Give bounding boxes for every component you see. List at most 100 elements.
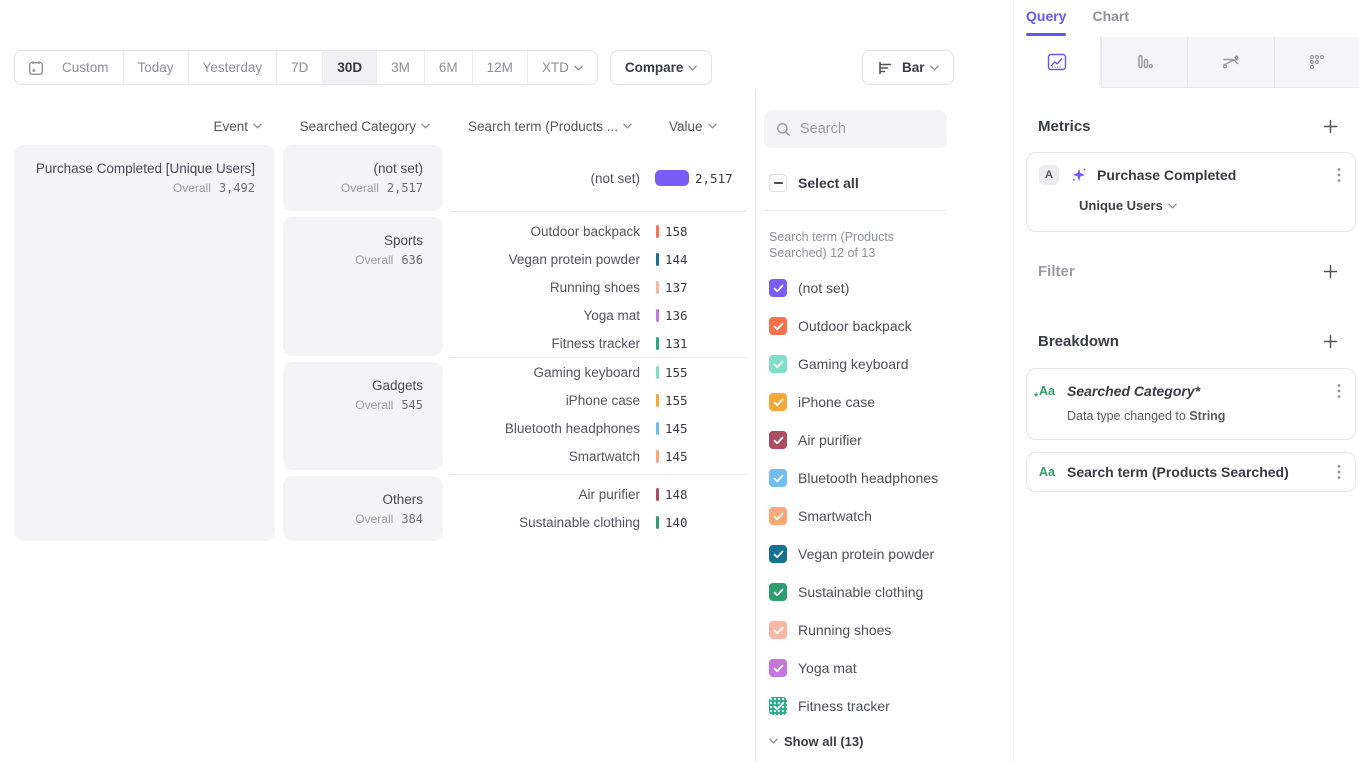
- tab-funnels[interactable]: [1101, 37, 1188, 88]
- segment-item-gaming-keyboard[interactable]: Gaming keyboard: [769, 345, 999, 383]
- tab-chart[interactable]: Chart: [1092, 8, 1129, 24]
- overall-label: Overall: [173, 181, 211, 195]
- insights-icon: [1047, 53, 1067, 71]
- tab-insights[interactable]: [1014, 37, 1101, 88]
- measure-dropdown[interactable]: Unique Users: [1079, 198, 1343, 213]
- segment-item-fitness-tracker[interactable]: Fitness tracker: [769, 687, 999, 725]
- add-filter-button[interactable]: [1319, 260, 1341, 282]
- table-row[interactable]: Smartwatch145: [450, 442, 746, 470]
- segment-search[interactable]: [764, 110, 947, 148]
- app-root: CustomTodayYesterday7D30D3M6M12MXTD Comp…: [0, 0, 1359, 762]
- add-breakdown-button[interactable]: [1319, 330, 1341, 352]
- date-range-yesterday[interactable]: Yesterday: [188, 51, 277, 84]
- segment-checkbox[interactable]: [769, 545, 787, 563]
- date-range-xtd[interactable]: XTD: [527, 51, 597, 84]
- term-rows-group: Gaming keyboard 155 iPhone case155Bluetoot…: [450, 358, 746, 470]
- table-row[interactable]: Air purifier148: [450, 480, 746, 508]
- date-range-3m[interactable]: 3M: [376, 51, 424, 84]
- metric-card[interactable]: A Purchase Completed Unique Users: [1026, 152, 1356, 232]
- segment-checkbox[interactable]: [769, 279, 787, 297]
- column-header-searched-category[interactable]: Searched Category: [283, 117, 430, 135]
- segment-checkbox[interactable]: [769, 621, 787, 639]
- table-row[interactable]: Yoga mat136: [450, 301, 746, 329]
- tab-query[interactable]: Query: [1026, 8, 1066, 24]
- table-row[interactable]: Fitness tracker131: [450, 329, 746, 357]
- segment-checkbox[interactable]: [769, 697, 787, 715]
- add-metric-button[interactable]: [1319, 115, 1341, 137]
- table-row[interactable]: (not set)2,517: [450, 145, 746, 211]
- metric-menu-button[interactable]: [1335, 165, 1343, 185]
- segment-item-vegan-protein-powder[interactable]: Vegan protein powder: [769, 535, 999, 573]
- search-input[interactable]: [800, 121, 930, 137]
- chevron-down-icon: [623, 123, 632, 129]
- chevron-down-icon: [769, 738, 778, 744]
- column-header-search-term[interactable]: Search term (Products ...: [450, 117, 632, 135]
- date-range-12m[interactable]: 12M: [472, 51, 527, 84]
- date-range-custom[interactable]: Custom: [48, 51, 123, 84]
- calendar-icon[interactable]: [15, 51, 48, 84]
- segment-checkbox[interactable]: [769, 583, 787, 601]
- breakdown-menu-button[interactable]: [1335, 462, 1343, 482]
- category-name: Sports: [303, 232, 423, 250]
- select-all-checkbox[interactable]: [769, 174, 787, 192]
- segment-checkbox[interactable]: [769, 431, 787, 449]
- date-range-7d[interactable]: 7D: [276, 51, 322, 84]
- check-icon: [773, 398, 784, 407]
- segment-item-bluetooth-headphones[interactable]: Bluetooth headphones: [769, 459, 999, 497]
- column-header-value[interactable]: Value: [669, 117, 739, 135]
- segment-item-running-shoes[interactable]: Running shoes: [769, 611, 999, 649]
- category-card-gadgets[interactable]: GadgetsOverall545: [283, 362, 443, 470]
- category-card-sports[interactable]: SportsOverall636: [283, 217, 443, 356]
- segment-checkbox[interactable]: [769, 469, 787, 487]
- value-text: 155: [665, 365, 688, 380]
- segment-checkbox[interactable]: [769, 317, 787, 335]
- compare-button[interactable]: Compare: [610, 50, 713, 85]
- event-card[interactable]: Purchase Completed [Unique Users] Overal…: [14, 145, 275, 541]
- check-icon: [773, 436, 784, 445]
- segment-item-iphone-case[interactable]: iPhone case: [769, 383, 999, 421]
- date-range-6m[interactable]: 6M: [424, 51, 472, 84]
- value-text: 148: [665, 487, 688, 502]
- category-card-others[interactable]: OthersOverall384: [283, 476, 443, 541]
- column-header-event[interactable]: Event: [14, 117, 262, 135]
- segment-checkbox[interactable]: [769, 659, 787, 677]
- segment-item-outdoor-backpack[interactable]: Outdoor backpack: [769, 307, 999, 345]
- chart-type-dropdown[interactable]: Bar: [862, 50, 954, 85]
- date-range-today[interactable]: Today: [123, 51, 188, 84]
- category-card--not-set-[interactable]: (not set)Overall2,517: [283, 145, 443, 211]
- table-row[interactable]: Running shoes137: [450, 273, 746, 301]
- search-term-label: iPhone case: [450, 393, 640, 408]
- value-text: 137: [665, 280, 688, 295]
- tab-flows[interactable]: [1187, 37, 1274, 88]
- table-row[interactable]: Outdoor backpack158: [450, 217, 746, 245]
- date-range-30d[interactable]: 30D: [322, 51, 376, 84]
- segment-item-yoga-mat[interactable]: Yoga mat: [769, 649, 999, 687]
- divider: [764, 210, 947, 211]
- tab-retention[interactable]: [1274, 37, 1359, 88]
- select-all-row[interactable]: Select all: [769, 174, 859, 192]
- table-row[interactable]: Sustainable clothing140: [450, 508, 746, 536]
- table-row[interactable]: Bluetooth headphones145: [450, 414, 746, 442]
- breakdown-card-searched-category[interactable]: Aa* Searched Category* Data type changed…: [1026, 368, 1356, 440]
- show-all-button[interactable]: Show all (13): [769, 727, 863, 755]
- segment-label: (not set): [798, 280, 849, 296]
- segment-item-air-purifier[interactable]: Air purifier: [769, 421, 999, 459]
- funnel-icon: [1134, 53, 1154, 71]
- segment-item-smartwatch[interactable]: Smartwatch: [769, 497, 999, 535]
- event-name: Purchase Completed [Unique Users]: [34, 160, 255, 178]
- table-row[interactable]: Gaming keyboard 155: [450, 358, 746, 386]
- segment-checkbox[interactable]: [769, 355, 787, 373]
- value-text: 140: [665, 515, 688, 530]
- segment-checkbox[interactable]: [769, 507, 787, 525]
- search-term-label: Fitness tracker: [450, 336, 640, 351]
- segment-item--not-set-[interactable]: (not set): [769, 269, 999, 307]
- segment-item-sustainable-clothing[interactable]: Sustainable clothing: [769, 573, 999, 611]
- segment-checkbox[interactable]: [769, 393, 787, 411]
- table-row[interactable]: iPhone case155: [450, 386, 746, 414]
- value-bar: [656, 366, 659, 379]
- search-term-label: Gaming keyboard: [450, 365, 640, 380]
- value-text: 144: [665, 252, 688, 267]
- breakdown-card-search-term[interactable]: Aa Search term (Products Searched): [1026, 452, 1356, 492]
- table-row[interactable]: Vegan protein powder144: [450, 245, 746, 273]
- breakdown-menu-button[interactable]: [1335, 381, 1343, 401]
